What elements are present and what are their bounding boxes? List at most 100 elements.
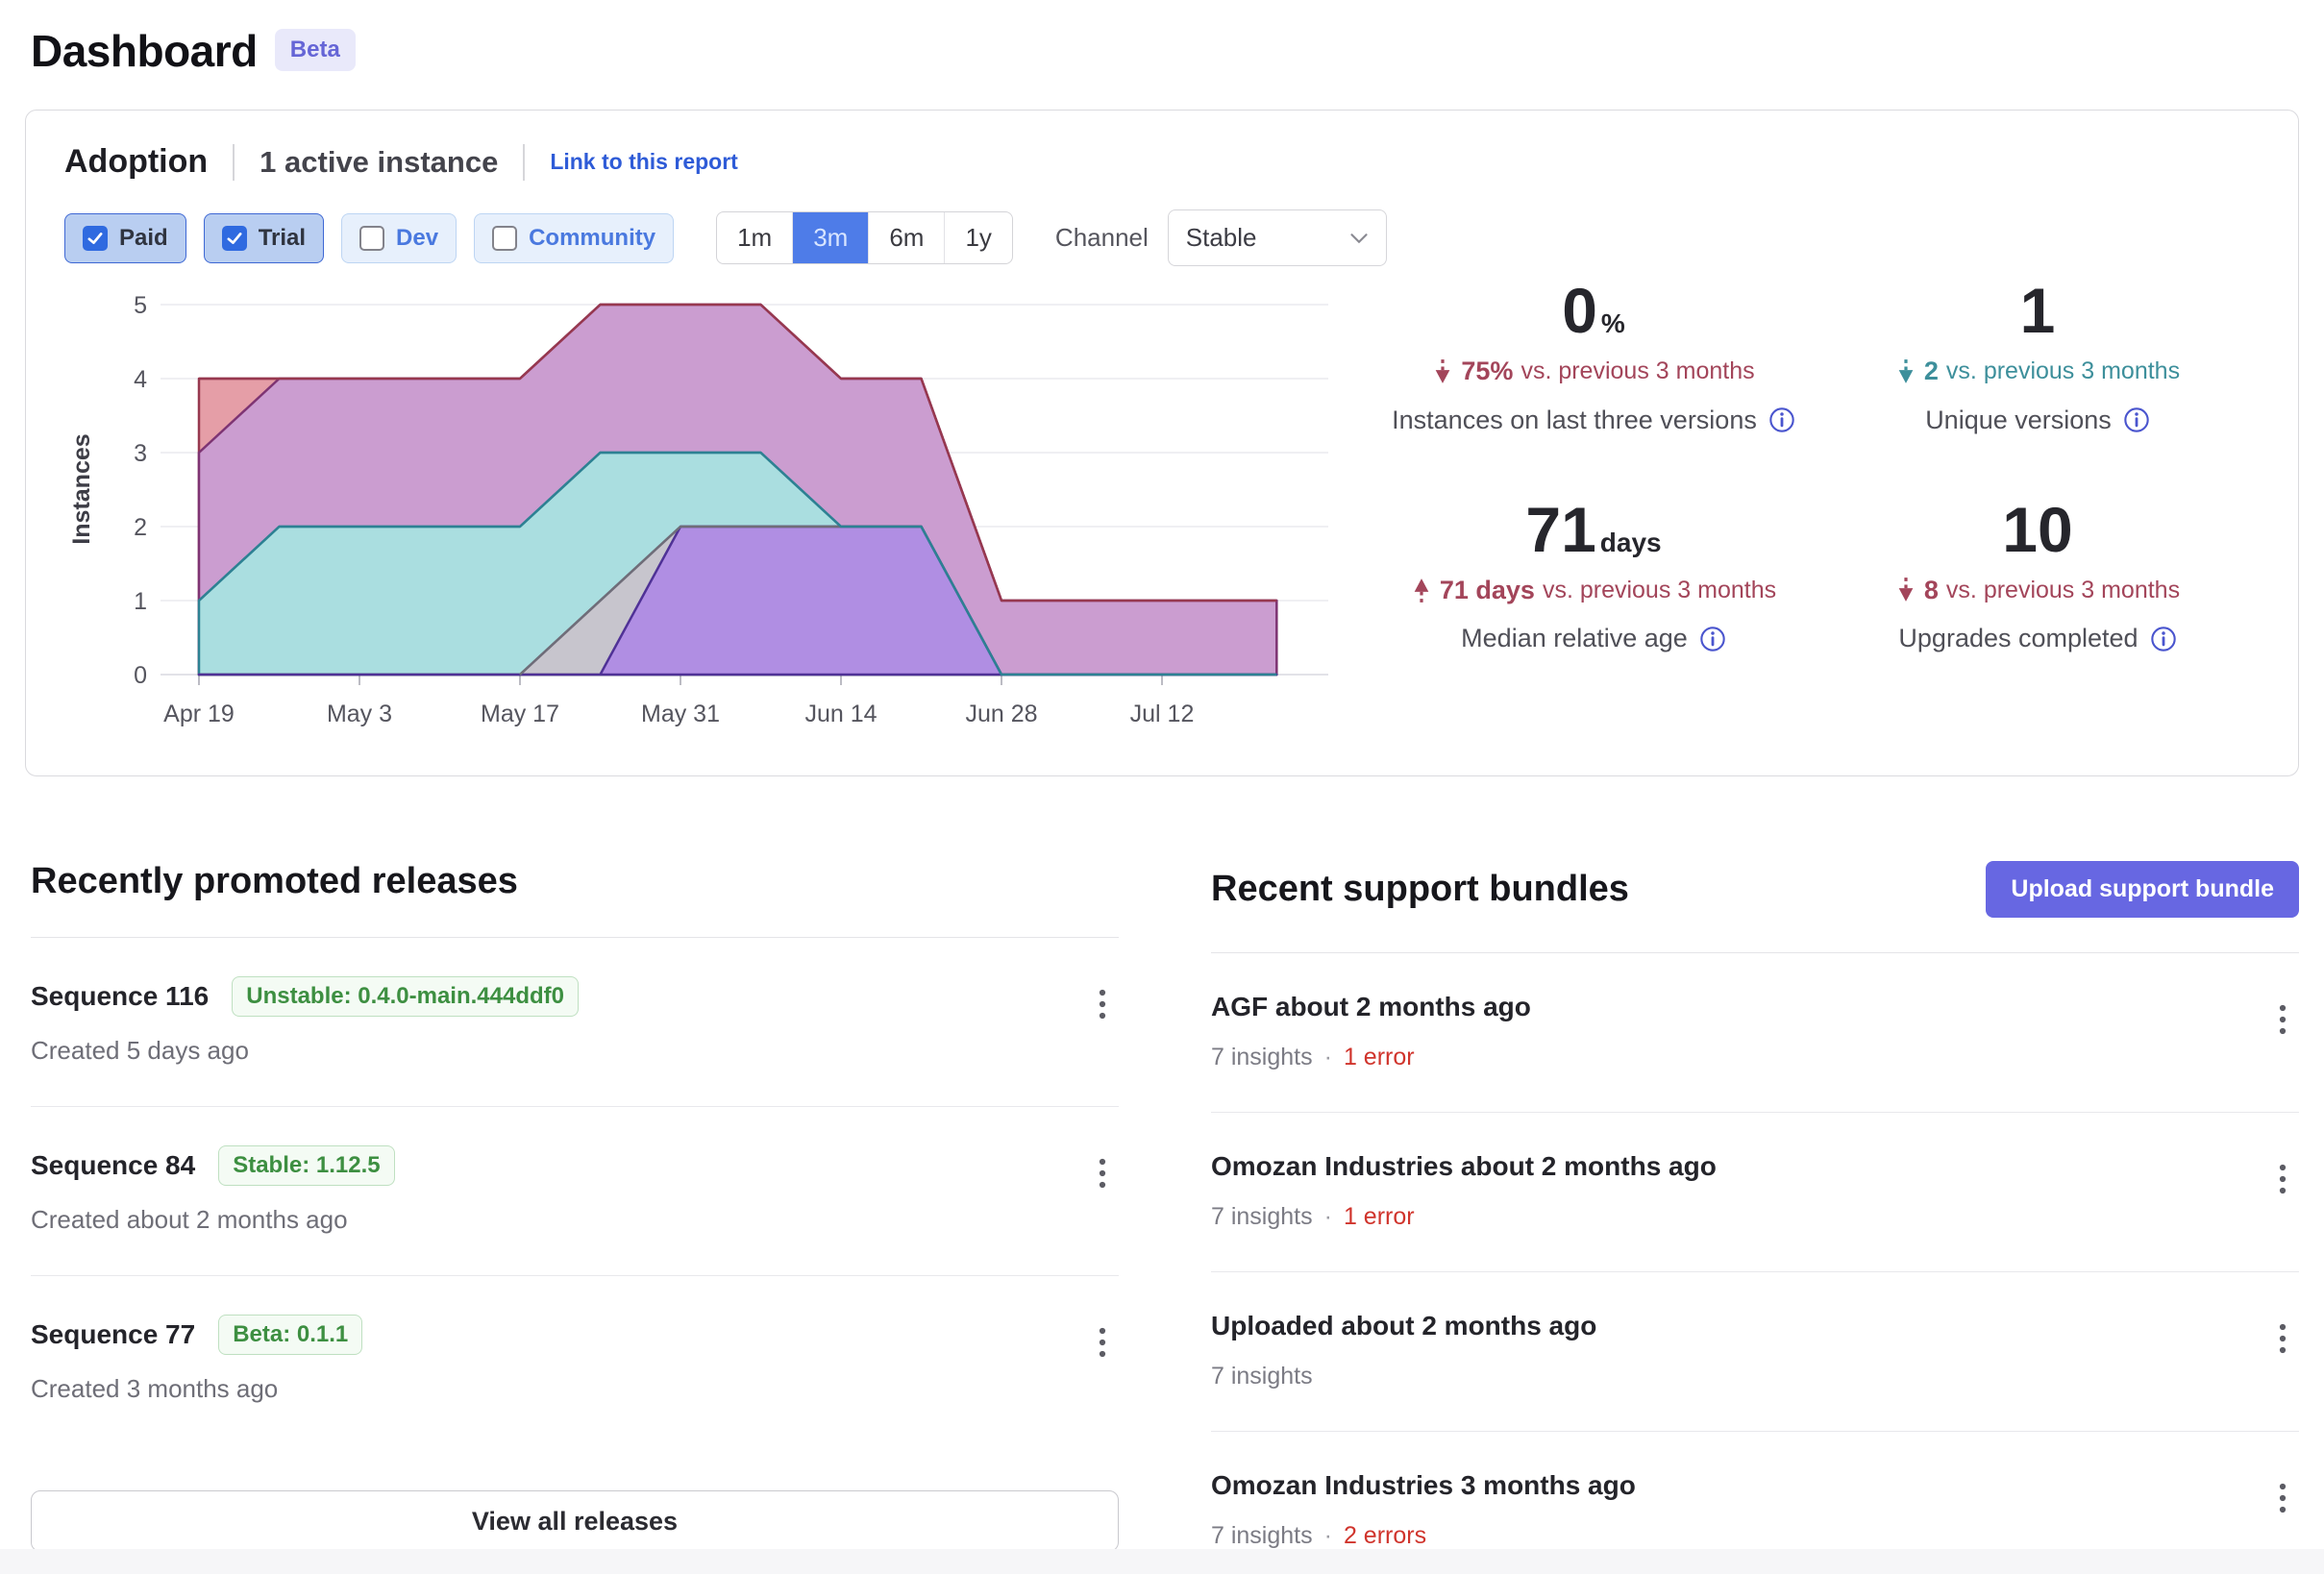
footer-strip [0, 1549, 2324, 1574]
range-segment-3m[interactable]: 3m [792, 212, 868, 263]
trend-down-icon [1895, 356, 1916, 388]
metric-change: 75%vs. previous 3 months [1432, 356, 1754, 388]
support-bundle-row: AGF about 2 months ago7 insights·1 error [1211, 953, 2299, 1113]
metric-label-text: Unique versions [1925, 406, 2112, 435]
range-segment-1m[interactable]: 1m [717, 212, 792, 263]
svg-text:May 31: May 31 [641, 701, 720, 727]
metric-change-suffix: vs. previous 3 months [1946, 577, 2180, 604]
filter-chip-trial[interactable]: Trial [204, 213, 324, 263]
metric-change-value: 2 [1924, 357, 1939, 386]
svg-text:Jun 14: Jun 14 [804, 701, 877, 727]
release-created-date: Created 5 days ago [31, 1036, 579, 1066]
release-kebab-menu[interactable] [1090, 984, 1115, 1031]
metric-label-text: Upgrades completed [1898, 624, 2138, 653]
channel-selected-value: Stable [1186, 223, 1257, 253]
svg-text:Jun 28: Jun 28 [965, 701, 1037, 727]
filter-chip-paid[interactable]: Paid [64, 213, 186, 263]
page-header: Dashboard Beta [31, 25, 2324, 77]
bundle-insights-count: 7 insights [1211, 1363, 1313, 1390]
range-segment-1y[interactable]: 1y [944, 212, 1011, 263]
metric-big-number: 71days [1525, 495, 1661, 565]
info-icon[interactable] [2150, 626, 2177, 652]
metric-value: 71 [1525, 495, 1595, 565]
bundle-kebab-menu[interactable] [2270, 1159, 2295, 1206]
metric-label-text: Median relative age [1461, 624, 1688, 653]
metric-0: 0%75%vs. previous 3 monthsInstances on l… [1372, 276, 1816, 435]
release-name: Sequence 116 [31, 981, 209, 1012]
metric-change: 71 daysvs. previous 3 months [1411, 574, 1776, 606]
bundle-insights-count: 7 insights [1211, 1203, 1313, 1231]
support-bundles-heading: Recent support bundles [1211, 869, 1629, 910]
release-info: Sequence 116 Unstable: 0.4.0-main.444ddf0… [31, 976, 579, 1066]
chevron-down-icon [1349, 232, 1369, 245]
bundle-title: Omozan Industries about 2 months ago [1211, 1151, 1717, 1182]
page-title: Dashboard [31, 25, 258, 77]
metric-change-suffix: vs. previous 3 months [1520, 357, 1754, 385]
filter-chip-dev[interactable]: Dev [341, 213, 457, 263]
range-segment-6m[interactable]: 6m [868, 212, 944, 263]
release-row: Sequence 116 Unstable: 0.4.0-main.444ddf0… [31, 938, 1119, 1107]
metric-change: 2vs. previous 3 months [1895, 356, 2180, 388]
link-to-report[interactable]: Link to this report [550, 149, 738, 175]
bundle-meta: 7 insights·1 error [1211, 1044, 1531, 1071]
channel-select[interactable]: Stable [1168, 209, 1387, 266]
svg-text:Jul 12: Jul 12 [1130, 701, 1195, 727]
metric-change-suffix: vs. previous 3 months [1946, 357, 2180, 385]
release-info: Sequence 77Beta: 0.1.1Created 3 months a… [31, 1315, 362, 1404]
metric-unit: days [1600, 528, 1662, 558]
release-kebab-menu[interactable] [1090, 1153, 1115, 1200]
adoption-card-header: Adoption 1 active instance Link to this … [64, 143, 2260, 181]
svg-text:Instances: Instances [68, 433, 95, 544]
release-created-date: Created 3 months ago [31, 1374, 362, 1404]
active-instance-count: 1 active instance [260, 145, 498, 180]
license-filter-chips: Paid Trial Dev Community [64, 213, 691, 263]
support-bundles-section: Recent support bundles Upload support bu… [1211, 861, 2299, 1574]
adoption-area-chart: 012345Apr 19May 3May 17May 31Jun 14Jun 2… [64, 276, 1372, 737]
svg-text:2: 2 [134, 514, 147, 541]
filter-chip-label: Trial [259, 225, 306, 252]
view-all-releases-button[interactable]: View all releases [31, 1490, 1119, 1552]
svg-text:1: 1 [134, 588, 147, 615]
metric-label: Median relative age [1461, 624, 1726, 653]
metric-3: 108vs. previous 3 monthsUpgrades complet… [1816, 495, 2260, 654]
metric-1: 12vs. previous 3 monthsUnique versions [1816, 276, 2260, 435]
bundle-kebab-menu[interactable] [2270, 1478, 2295, 1525]
svg-text:May 3: May 3 [327, 701, 392, 727]
kebab-menu-icon [2278, 1482, 2287, 1516]
release-version-badge: Unstable: 0.4.0-main.444ddf0 [232, 976, 579, 1017]
svg-text:3: 3 [134, 440, 147, 467]
support-bundles-header: Recent support bundles Upload support bu… [1211, 861, 2299, 918]
release-title-line: Sequence 84Stable: 1.12.5 [31, 1145, 395, 1186]
adoption-card: Adoption 1 active instance Link to this … [25, 110, 2299, 776]
filter-chip-community[interactable]: Community [474, 213, 674, 263]
metric-change-value: 8 [1924, 576, 1939, 605]
bundle-kebab-menu[interactable] [2270, 999, 2295, 1046]
release-version-badge: Beta: 0.1.1 [218, 1315, 362, 1355]
bundle-title: Uploaded about 2 months ago [1211, 1311, 1596, 1341]
metric-2: 71days 71 daysvs. previous 3 months Median… [1372, 495, 1816, 654]
upload-support-bundle-button[interactable]: Upload support bundle [1986, 861, 2299, 918]
release-kebab-menu[interactable] [1090, 1322, 1115, 1369]
beta-badge: Beta [275, 29, 356, 71]
bundle-error-count: 2 errors [1344, 1522, 1426, 1550]
metric-label: Unique versions [1925, 406, 2150, 435]
bundle-info: Omozan Industries 3 months ago 7 insights… [1211, 1470, 1636, 1550]
bundle-title: Omozan Industries 3 months ago [1211, 1470, 1636, 1501]
channel-control: Channel Stable [1055, 209, 1387, 266]
release-row: Sequence 77Beta: 0.1.1Created 3 months a… [31, 1276, 1119, 1444]
filter-chip-label: Community [529, 225, 655, 252]
info-icon[interactable] [1699, 626, 1726, 652]
bundle-insights-count: 7 insights [1211, 1522, 1313, 1550]
kebab-menu-icon [1098, 1326, 1107, 1361]
divider [523, 144, 525, 181]
checkbox-unchecked-icon [492, 226, 517, 251]
bundle-kebab-menu[interactable] [2270, 1318, 2295, 1365]
info-icon[interactable] [2123, 406, 2150, 433]
bundle-error-count: 1 error [1344, 1044, 1415, 1071]
bundle-info: AGF about 2 months ago7 insights·1 error [1211, 992, 1531, 1071]
divider [233, 144, 235, 181]
release-info: Sequence 84Stable: 1.12.5Created about 2… [31, 1145, 395, 1235]
dot-separator: · [1324, 1522, 1332, 1550]
release-version-badge: Stable: 1.12.5 [218, 1145, 394, 1186]
info-icon[interactable] [1768, 406, 1795, 433]
